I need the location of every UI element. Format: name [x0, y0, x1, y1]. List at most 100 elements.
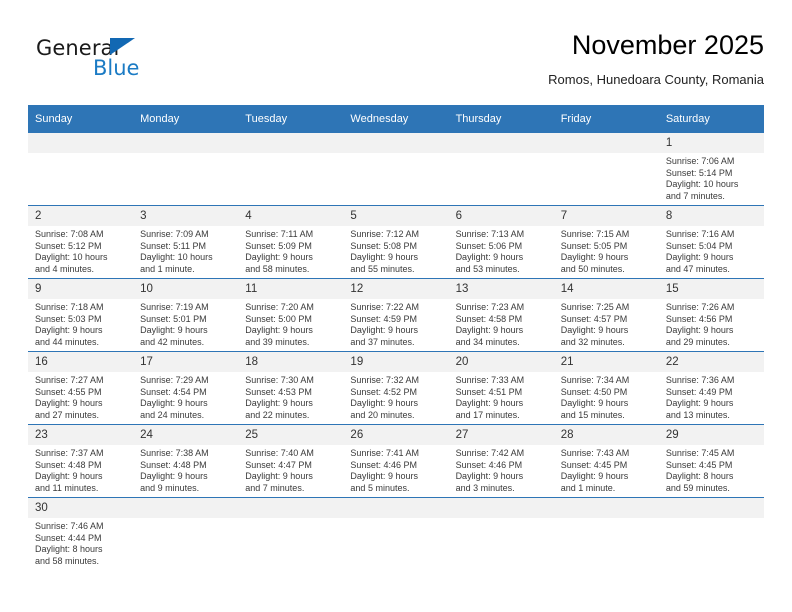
day-number: 25 [238, 425, 344, 445]
calendar-day-cell[interactable]: 5 Sunrise: 7:12 AM Sunset: 5:08 PM Daylight… [343, 205, 449, 279]
daylight-text-line2: and 24 minutes. [140, 409, 205, 420]
calendar-day-cell[interactable]: 3 Sunrise: 7:09 AM Sunset: 5:11 PM Daylight… [133, 205, 239, 279]
calendar-day-cell[interactable]: 23 Sunrise: 7:37 AM Sunset: 4:48 PM Dayligh… [28, 424, 134, 498]
calendar-day-cell[interactable]: 21 Sunrise: 7:34 AM Sunset: 4:50 PM Dayligh… [553, 351, 659, 425]
day-cell-inner: 2 Sunrise: 7:08 AM Sunset: 5:12 PM Daylight… [28, 206, 134, 278]
calendar-day-cell[interactable]: 27 Sunrise: 7:42 AM Sunset: 4:46 PM Dayligh… [448, 424, 554, 498]
daylight-text-line2: and 1 minute. [140, 263, 195, 274]
calendar-day-cell[interactable]: 8 Sunrise: 7:16 AM Sunset: 5:04 PM Daylight… [658, 205, 764, 279]
calendar-day-cell[interactable]: 15 Sunrise: 7:26 AM Sunset: 4:56 PM Dayligh… [658, 278, 764, 352]
calendar-day-cell[interactable]: 20 Sunrise: 7:33 AM Sunset: 4:51 PM Dayligh… [448, 351, 554, 425]
sunset-text: Sunset: 5:14 PM [665, 167, 733, 178]
day-sun-info: Sunrise: 7:32 AM Sunset: 4:52 PM Daylight:… [343, 372, 448, 421]
daylight-text-line1: Daylight: 9 hours [455, 398, 524, 409]
daylight-text-line1: Daylight: 10 hours [665, 179, 739, 190]
calendar-day-cell[interactable]: 17 Sunrise: 7:29 AM Sunset: 4:54 PM Dayligh… [133, 351, 239, 425]
daylight-text-line1: Daylight: 9 hours [245, 471, 313, 482]
calendar-day-cell[interactable]: 30 Sunrise: 7:46 AM Sunset: 4:44 PM Dayligh… [28, 497, 134, 570]
calendar-page: General Blue November 2025 Romos, Hunedo… [0, 0, 792, 612]
daylight-text-line2: and 22 minutes. [245, 409, 310, 420]
calendar-cell-empty [343, 133, 449, 206]
sunset-text: Sunset: 4:55 PM [35, 386, 102, 397]
calendar-day-cell[interactable]: 14 Sunrise: 7:25 AM Sunset: 4:57 PM Dayligh… [553, 278, 659, 352]
calendar-day-cell[interactable]: 24 Sunrise: 7:38 AM Sunset: 4:48 PM Dayligh… [133, 424, 239, 498]
sunrise-text: Sunrise: 7:15 AM [560, 229, 630, 239]
day-sun-info: Sunrise: 7:33 AM Sunset: 4:51 PM Daylight:… [449, 372, 554, 421]
day-sun-info: Sunrise: 7:27 AM Sunset: 4:55 PM Daylight:… [28, 372, 133, 421]
day-number: 18 [238, 352, 344, 372]
daylight-text-line2: and 32 minutes. [560, 336, 625, 347]
calendar-day-cell[interactable]: 12 Sunrise: 7:22 AM Sunset: 4:59 PM Dayligh… [343, 278, 449, 352]
sunset-text: Sunset: 4:44 PM [35, 532, 102, 543]
calendar-day-cell[interactable]: 7 Sunrise: 7:15 AM Sunset: 5:05 PM Daylight… [553, 205, 659, 279]
day-sun-info: Sunrise: 7:29 AM Sunset: 4:54 PM Daylight:… [133, 372, 238, 421]
day-number: 28 [553, 425, 659, 445]
day-cell-inner [553, 498, 659, 570]
sunrise-text: Sunrise: 7:42 AM [455, 448, 525, 458]
calendar-day-cell[interactable]: 6 Sunrise: 7:13 AM Sunset: 5:06 PM Daylight… [448, 205, 554, 279]
calendar-cell-empty [448, 497, 554, 570]
calendar-day-cell[interactable]: 26 Sunrise: 7:41 AM Sunset: 4:46 PM Dayligh… [343, 424, 449, 498]
sunrise-text: Sunrise: 7:12 AM [350, 229, 419, 239]
day-sun-info: Sunrise: 7:42 AM Sunset: 4:46 PM Daylight:… [449, 445, 554, 494]
day-cell-inner [28, 133, 134, 205]
calendar-week-row: 2 Sunrise: 7:08 AM Sunset: 5:12 PM Daylight… [28, 205, 764, 279]
day-cell-inner: 29 Sunrise: 7:45 AM Sunset: 4:45 PM Dayligh… [658, 425, 764, 497]
sunrise-text: Sunrise: 7:25 AM [560, 302, 630, 312]
day-cell-inner [133, 133, 239, 205]
day-number: 29 [658, 425, 764, 445]
day-sun-info: Sunrise: 7:06 AM Sunset: 5:14 PM Daylight:… [659, 153, 764, 202]
day-number: 12 [343, 279, 449, 299]
day-cell-inner: 24 Sunrise: 7:38 AM Sunset: 4:48 PM Dayligh… [133, 425, 239, 497]
daylight-text-line2: and 47 minutes. [665, 263, 730, 274]
calendar-day-cell[interactable]: 10 Sunrise: 7:19 AM Sunset: 5:01 PM Dayligh… [133, 278, 239, 352]
daylight-text-line2: and 37 minutes. [350, 336, 415, 347]
daylight-text-line2: and 50 minutes. [560, 263, 625, 274]
day-cell-inner [448, 133, 554, 205]
calendar-day-cell[interactable]: 4 Sunrise: 7:11 AM Sunset: 5:09 PM Daylight… [238, 205, 344, 279]
day-number: 27 [448, 425, 554, 445]
calendar-week-row: 23 Sunrise: 7:37 AM Sunset: 4:48 PM Dayligh… [28, 424, 764, 498]
day-cell-inner: 5 Sunrise: 7:12 AM Sunset: 5:08 PM Daylight… [343, 206, 449, 278]
daylight-text-line2: and 3 minutes. [455, 482, 515, 493]
sunset-text: Sunset: 5:08 PM [350, 240, 417, 251]
sunset-text: Sunset: 4:46 PM [350, 459, 417, 470]
day-cell-inner: 4 Sunrise: 7:11 AM Sunset: 5:09 PM Daylight… [238, 206, 344, 278]
day-sun-info: Sunrise: 7:45 AM Sunset: 4:45 PM Daylight:… [659, 445, 764, 494]
daylight-text-line2: and 42 minutes. [140, 336, 205, 347]
day-sun-info: Sunrise: 7:22 AM Sunset: 4:59 PM Daylight:… [343, 299, 448, 348]
daylight-text-line2: and 58 minutes. [245, 263, 310, 274]
day-number: 26 [343, 425, 449, 445]
sunset-text: Sunset: 4:57 PM [560, 313, 628, 324]
calendar-day-cell[interactable]: 16 Sunrise: 7:27 AM Sunset: 4:55 PM Dayligh… [28, 351, 134, 425]
calendar-day-cell[interactable]: 28 Sunrise: 7:43 AM Sunset: 4:45 PM Dayligh… [553, 424, 659, 498]
calendar-day-cell[interactable]: 11 Sunrise: 7:20 AM Sunset: 5:00 PM Dayligh… [238, 278, 344, 352]
day-number: 16 [28, 352, 134, 372]
day-number [343, 133, 449, 153]
calendar-day-cell[interactable]: 1 Sunrise: 7:06 AM Sunset: 5:14 PM Daylight… [658, 133, 764, 206]
daylight-text-line1: Daylight: 9 hours [245, 398, 313, 409]
day-number: 3 [133, 206, 239, 226]
day-number [448, 133, 554, 153]
calendar-day-cell[interactable]: 19 Sunrise: 7:32 AM Sunset: 4:52 PM Dayligh… [343, 351, 449, 425]
calendar-day-cell[interactable]: 13 Sunrise: 7:23 AM Sunset: 4:58 PM Dayligh… [448, 278, 554, 352]
calendar-day-cell[interactable]: 18 Sunrise: 7:30 AM Sunset: 4:53 PM Dayligh… [238, 351, 344, 425]
daylight-text-line1: Daylight: 9 hours [35, 398, 103, 409]
calendar-day-cell[interactable]: 9 Sunrise: 7:18 AM Sunset: 5:03 PM Daylight… [28, 278, 134, 352]
sunset-text: Sunset: 5:03 PM [35, 313, 102, 324]
day-cell-inner [553, 133, 659, 205]
day-number: 7 [553, 206, 659, 226]
calendar-day-cell[interactable]: 22 Sunrise: 7:36 AM Sunset: 4:49 PM Dayligh… [658, 351, 764, 425]
brand-logo[interactable]: General Blue [36, 36, 256, 92]
day-cell-inner: 27 Sunrise: 7:42 AM Sunset: 4:46 PM Dayligh… [448, 425, 554, 497]
daylight-text-line1: Daylight: 9 hours [350, 471, 418, 482]
calendar-day-cell[interactable]: 25 Sunrise: 7:40 AM Sunset: 4:47 PM Dayligh… [238, 424, 344, 498]
sunrise-text: Sunrise: 7:13 AM [455, 229, 525, 239]
daylight-text-line1: Daylight: 9 hours [665, 398, 734, 409]
day-number: 1 [658, 133, 764, 153]
sunset-text: Sunset: 4:45 PM [665, 459, 733, 470]
calendar-day-cell[interactable]: 2 Sunrise: 7:08 AM Sunset: 5:12 PM Daylight… [28, 205, 134, 279]
calendar-day-cell[interactable]: 29 Sunrise: 7:45 AM Sunset: 4:45 PM Dayligh… [658, 424, 764, 498]
day-cell-inner: 23 Sunrise: 7:37 AM Sunset: 4:48 PM Dayligh… [28, 425, 134, 497]
daylight-text-line1: Daylight: 9 hours [455, 471, 524, 482]
